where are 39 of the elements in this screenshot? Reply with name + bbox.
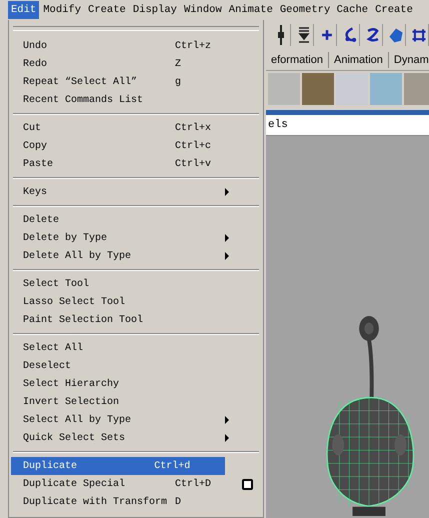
menu-item[interactable]: Lasso Select Tool bbox=[11, 293, 261, 311]
menu-item[interactable]: Invert Selection bbox=[11, 393, 261, 411]
menu-item[interactable]: Edit bbox=[8, 1, 40, 19]
menu-item[interactable]: Delete bbox=[11, 211, 261, 229]
menu-item[interactable]: Select All by Type bbox=[11, 411, 261, 429]
menu-item[interactable]: Display bbox=[130, 1, 180, 19]
menu-item[interactable]: Deselect bbox=[11, 357, 261, 375]
menu-item[interactable]: Copy Ctrl+c bbox=[11, 137, 261, 155]
menu-item[interactable]: Cut Ctrl+x bbox=[11, 119, 261, 137]
menu-item[interactable]: Duplicate with Transform D bbox=[11, 493, 261, 511]
menu-item[interactable]: Undo Ctrl+z bbox=[11, 37, 261, 55]
menu-item[interactable]: Modify bbox=[40, 1, 84, 19]
menu-item[interactable]: Redo Z bbox=[11, 55, 261, 73]
menu-item[interactable]: Select Hierarchy bbox=[11, 375, 261, 393]
menu-item[interactable]: Create bbox=[372, 1, 416, 19]
shelf-tab[interactable]: eformation bbox=[266, 52, 329, 68]
menu-item[interactable]: Keys bbox=[11, 183, 261, 201]
menu-item[interactable]: Window bbox=[180, 1, 225, 19]
menu-item[interactable]: Paste Ctrl+v bbox=[11, 155, 261, 173]
option-box-icon[interactable] bbox=[242, 478, 252, 490]
menu-item[interactable]: Quick Select Sets bbox=[11, 429, 261, 447]
menu-item[interactable]: Delete by Type bbox=[11, 229, 261, 247]
z-curve-icon[interactable] bbox=[364, 24, 383, 46]
menu-item[interactable]: Duplicate Ctrl+d bbox=[11, 457, 225, 475]
shelf-tab[interactable]: Animation bbox=[328, 52, 389, 68]
menu-item[interactable]: Duplicate Special Ctrl+D bbox=[11, 475, 261, 493]
tear-off-line[interactable] bbox=[13, 26, 259, 31]
menu-item[interactable]: Select All bbox=[11, 339, 261, 357]
menu-item[interactable]: Paint Selection Tool bbox=[11, 311, 261, 329]
menu-item[interactable]: Create bbox=[85, 1, 129, 19]
menu-item[interactable]: Select Tool bbox=[11, 275, 261, 293]
menu-item[interactable]: els bbox=[268, 119, 288, 131]
menu-item[interactable]: Recent Commands List bbox=[11, 91, 261, 109]
menu-item[interactable]: Geometry Cache bbox=[276, 1, 372, 19]
menu-item[interactable]: Animate bbox=[226, 1, 276, 19]
menu-item[interactable]: Repeat “Select All” g bbox=[11, 73, 261, 91]
menu-item[interactable]: Delete All by Type bbox=[11, 247, 261, 265]
square-grid-icon[interactable] bbox=[410, 24, 429, 46]
shelf-tab[interactable]: Dynami bbox=[388, 52, 429, 68]
